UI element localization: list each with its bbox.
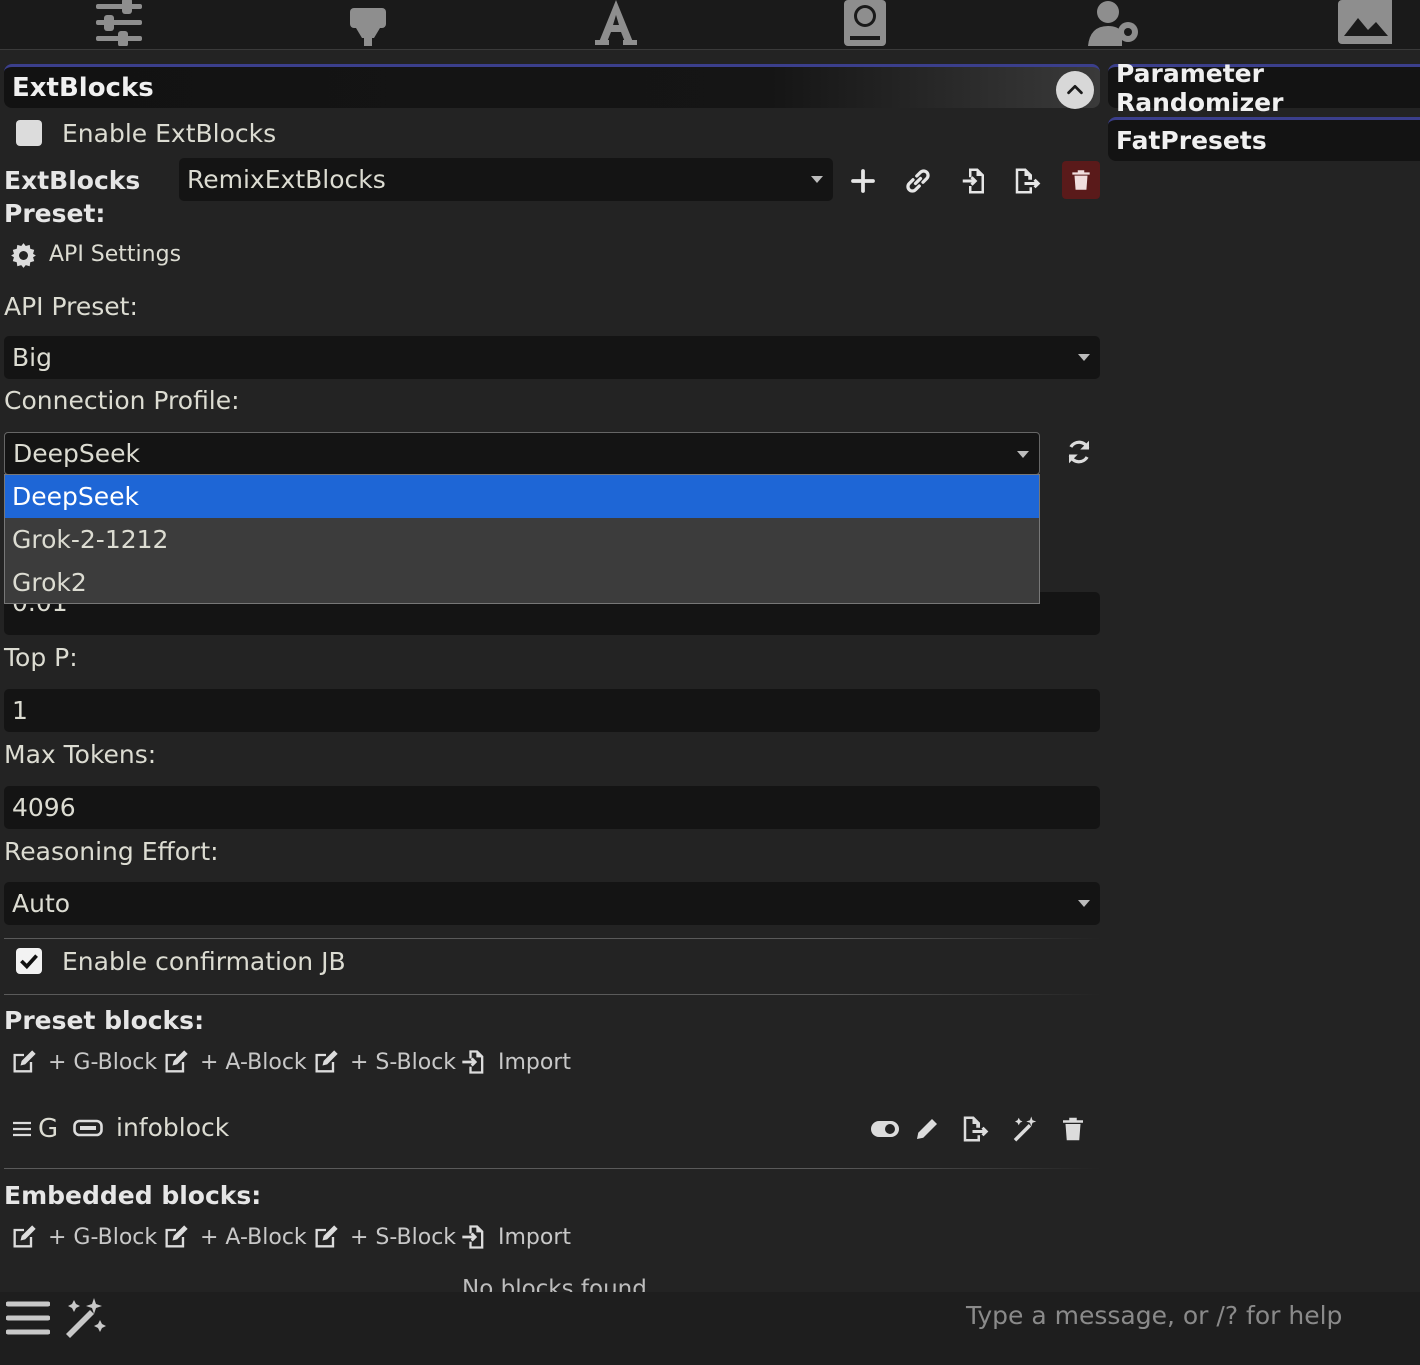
parameter-randomizer-drawer[interactable]: Parameter Randomizer	[1108, 59, 1420, 117]
book-globe-icon[interactable]	[835, 0, 895, 48]
magic-block-button[interactable]	[1010, 1114, 1040, 1144]
confirmation-jb-checkbox[interactable]	[16, 948, 42, 974]
delete-preset-button[interactable]	[1062, 161, 1100, 199]
embedded-blocks-label: Embedded blocks:	[4, 1181, 262, 1210]
connection-profile-options: DeepSeek Grok-2-1212 Grok2	[4, 474, 1040, 604]
refresh-button[interactable]	[1064, 437, 1096, 469]
preset-select[interactable]: RemixExtBlocks	[179, 158, 833, 201]
add-g-block-button[interactable]: + G-Block	[10, 1048, 157, 1076]
import-blocks-button[interactable]: Import	[460, 1048, 571, 1076]
option-grok2[interactable]: Grok2	[5, 561, 1039, 604]
add-g-block-button[interactable]: + G-Block	[10, 1223, 157, 1251]
add-s-block-button[interactable]: + S-Block	[312, 1223, 456, 1251]
menu-button[interactable]	[6, 1298, 50, 1338]
trash-icon	[1072, 170, 1090, 190]
toggle-block-button[interactable]	[870, 1114, 900, 1144]
api-preset-select[interactable]: Big	[4, 336, 1100, 379]
api-settings-label[interactable]: API Settings	[49, 242, 181, 267]
add-a-block-button[interactable]: + A-Block	[162, 1048, 307, 1076]
refresh-icon	[1068, 440, 1090, 464]
divider	[4, 994, 1100, 995]
plug-icon[interactable]	[338, 0, 398, 48]
top-navigation	[0, 0, 1420, 50]
edit-icon	[315, 1050, 338, 1073]
image-icon[interactable]	[1335, 0, 1395, 48]
confirmation-jb-label: Enable confirmation JB	[62, 947, 346, 976]
delete-block-button[interactable]	[1058, 1114, 1088, 1144]
connection-profile-select[interactable]: DeepSeek	[4, 432, 1040, 475]
add-s-block-button[interactable]: + S-Block	[312, 1048, 456, 1076]
file-export-icon	[963, 1116, 989, 1142]
import-blocks-button[interactable]: Import	[460, 1223, 571, 1251]
edit-icon	[13, 1050, 36, 1073]
export-block-button[interactable]	[960, 1114, 990, 1144]
enable-extblocks-label: Enable ExtBlocks	[62, 119, 277, 148]
keyboard-icon	[73, 1118, 103, 1138]
reasoning-effort-select[interactable]: Auto	[4, 882, 1100, 925]
option-grok-2-1212[interactable]: Grok-2-1212	[5, 518, 1039, 561]
link-preset-button[interactable]	[901, 164, 935, 198]
reasoning-effort-label: Reasoning Effort:	[4, 837, 219, 866]
top-p-input[interactable]: 1	[4, 689, 1100, 732]
add-preset-button[interactable]	[846, 164, 880, 198]
enable-extblocks-checkbox[interactable]	[16, 120, 42, 146]
plus-icon	[851, 169, 875, 193]
api-preset-label: API Preset:	[4, 292, 138, 321]
magic-wand-icon	[66, 1298, 106, 1338]
message-input[interactable]: Type a message, or /? for help	[966, 1301, 1342, 1330]
export-preset-button[interactable]	[1010, 164, 1044, 198]
extblocks-drawer-header[interactable]: ExtBlocks	[4, 64, 1100, 109]
font-icon[interactable]	[586, 0, 646, 48]
edit-block-button[interactable]	[912, 1114, 942, 1144]
top-p-label: Top P:	[4, 643, 78, 672]
edit-icon	[13, 1225, 36, 1248]
import-preset-button[interactable]	[957, 164, 991, 198]
edit-icon	[315, 1225, 338, 1248]
file-import-icon	[962, 168, 984, 194]
hamburger-icon	[6, 1301, 50, 1335]
pencil-icon	[917, 1119, 937, 1139]
check-icon	[20, 954, 38, 970]
chat-bar: Type a message, or /? for help	[0, 1292, 1420, 1365]
file-export-icon	[1015, 168, 1041, 194]
drag-handle-icon[interactable]	[12, 1118, 32, 1140]
divider	[4, 938, 1100, 939]
connection-profile-label: Connection Profile:	[4, 386, 240, 415]
chevron-up-icon	[1067, 84, 1083, 95]
user-gear-icon[interactable]	[1085, 0, 1145, 48]
edit-icon	[165, 1225, 188, 1248]
max-tokens-input[interactable]: 4096	[4, 786, 1100, 829]
link-icon	[906, 169, 930, 193]
preset-blocks-label: Preset blocks:	[4, 1006, 205, 1035]
sliders-icon[interactable]	[89, 0, 149, 48]
magic-wand-button[interactable]	[58, 1294, 110, 1342]
collapse-button[interactable]	[1056, 71, 1094, 109]
magic-wand-icon	[1013, 1116, 1037, 1142]
max-tokens-label: Max Tokens:	[4, 740, 157, 769]
extblocks-title: ExtBlocks	[12, 72, 154, 103]
toggle-on-icon	[871, 1121, 899, 1137]
preset-label: ExtBlocks Preset:	[4, 166, 141, 228]
fatpresets-drawer[interactable]: FatPresets	[1108, 117, 1420, 161]
edit-icon	[165, 1050, 188, 1073]
file-import-icon	[462, 1225, 484, 1249]
trash-icon	[1063, 1117, 1083, 1141]
gear-icon	[10, 242, 37, 269]
block-type-letter: G	[38, 1114, 59, 1144]
file-import-icon	[462, 1050, 484, 1074]
add-a-block-button[interactable]: + A-Block	[162, 1223, 307, 1251]
block-name: infoblock	[116, 1113, 230, 1142]
divider	[4, 1168, 1100, 1169]
option-deepseek[interactable]: DeepSeek	[5, 475, 1039, 518]
